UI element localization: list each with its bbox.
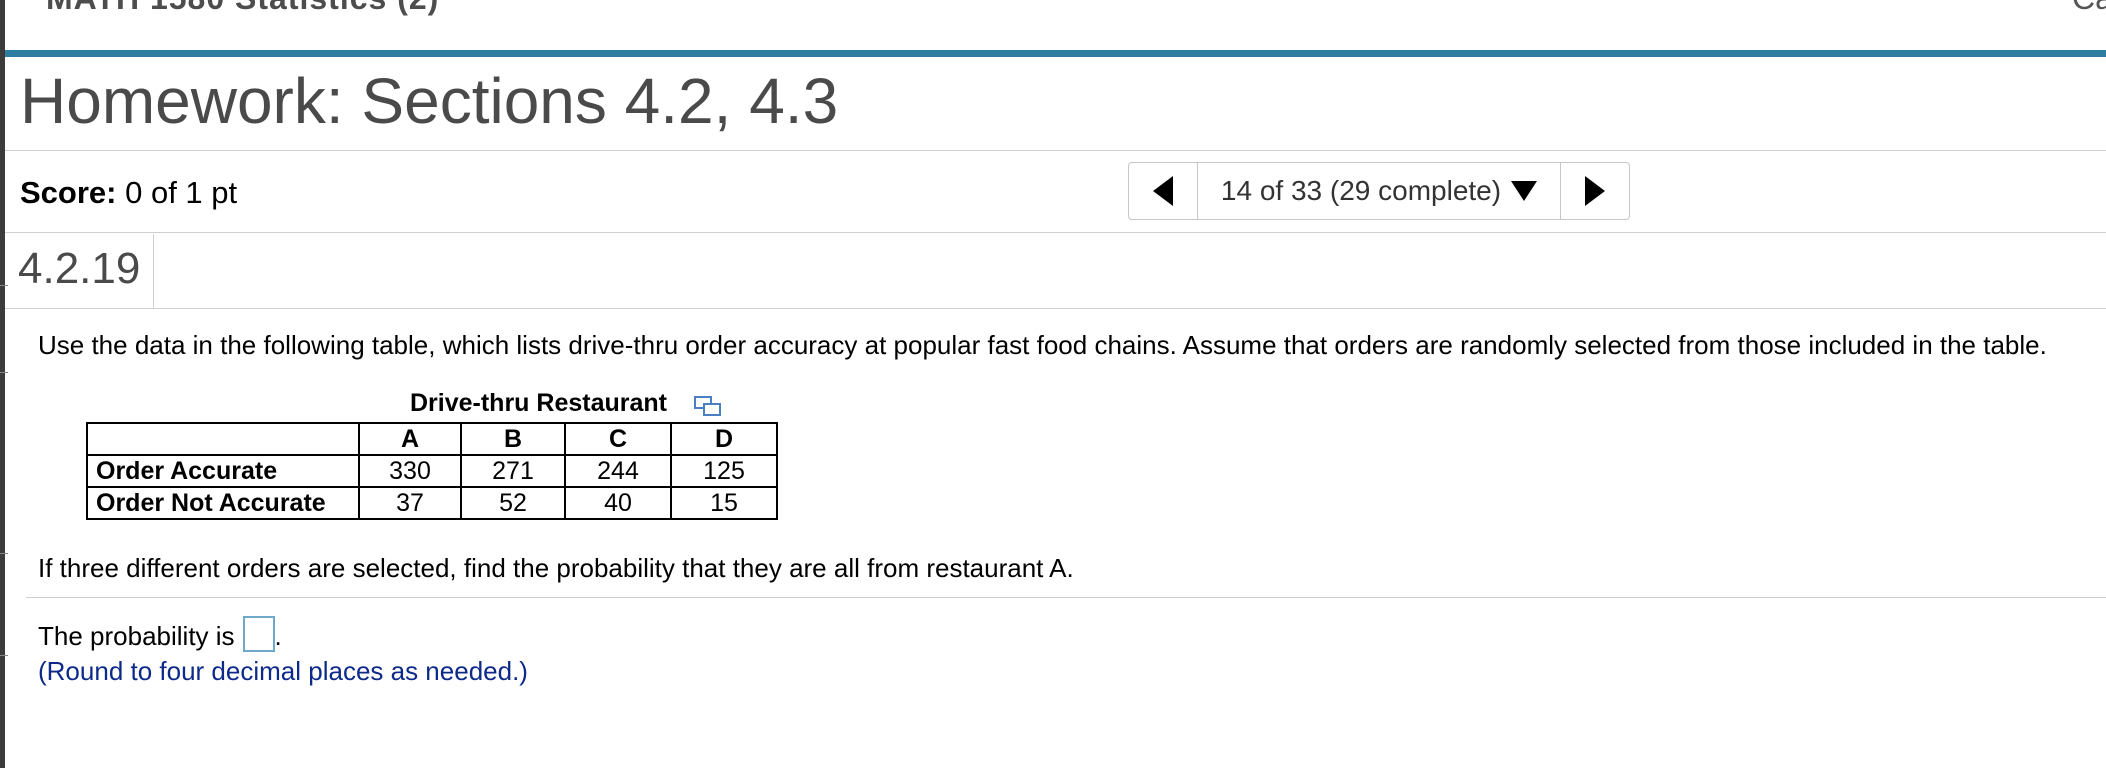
score-label: Score: <box>20 175 117 210</box>
table-cell: 330 <box>358 454 462 488</box>
table-cell: 244 <box>564 454 672 488</box>
header-accent-bar <box>5 50 2106 57</box>
dropdown-arrow-icon <box>1511 181 1538 201</box>
table-header-cell: D <box>670 422 778 456</box>
homework-title: Homework: Sections 4.2, 4.3 <box>20 65 839 137</box>
probability-answer-input[interactable] <box>242 616 275 652</box>
table-cell: 40 <box>564 486 672 520</box>
answer-prefix: The probability is <box>38 621 235 651</box>
table-row: Order Accurate 330 271 244 125 <box>86 454 778 488</box>
row-label: Order Not Accurate <box>86 486 360 520</box>
table-cell: 271 <box>460 454 566 488</box>
table-cell: 15 <box>670 486 778 520</box>
copy-icon[interactable] <box>694 394 722 418</box>
next-arrow-icon <box>1585 176 1605 206</box>
question-select-dropdown[interactable]: 14 of 33 (29 complete) <box>1198 163 1560 219</box>
header-corner-link[interactable]: Ca <box>2072 0 2106 17</box>
drive-thru-table: A B C D Order Accurate 330 271 244 125 O… <box>86 422 778 520</box>
table-cell: 52 <box>460 486 566 520</box>
table-header-cell <box>86 422 360 456</box>
question-navigator: 14 of 33 (29 complete) <box>1128 162 1630 220</box>
previous-question-button[interactable] <box>1129 163 1198 219</box>
score: Score: 0 of 1 pt <box>20 175 237 211</box>
table-header-row: A B C D <box>86 422 778 456</box>
page: MATH 1580 Statistics (2) Ca Homework: Se… <box>0 0 2106 768</box>
next-question-button[interactable] <box>1560 163 1629 219</box>
question-status: 14 of 33 (29 complete) <box>1220 175 1502 206</box>
question-number: 4.2.19 <box>18 244 141 293</box>
divider <box>5 232 2106 233</box>
divider <box>5 150 2106 151</box>
rounding-hint: (Round to four decimal places as needed.… <box>38 656 528 686</box>
answer-row: The probability is . <box>38 616 282 652</box>
answer-suffix: . <box>274 621 282 651</box>
score-value: 0 of 1 pt <box>125 175 238 210</box>
table-header-cell: C <box>564 422 672 456</box>
table-header-cell: B <box>460 422 566 456</box>
question-number-divider <box>153 234 154 308</box>
prev-arrow-icon <box>1153 176 1173 206</box>
table-caption: Drive-thru Restaurant <box>410 389 667 417</box>
question-intro: Use the data in the following table, whi… <box>38 330 2047 360</box>
window-left-edge <box>0 0 8 768</box>
question-prompt: If three different orders are selected, … <box>38 553 1074 583</box>
divider <box>5 308 2106 309</box>
course-title: MATH 1580 Statistics (2) <box>46 0 439 17</box>
row-label: Order Accurate <box>86 454 360 488</box>
divider <box>26 597 2106 598</box>
table-cell: 37 <box>358 486 462 520</box>
table-cell: 125 <box>670 454 778 488</box>
table-row: Order Not Accurate 37 52 40 15 <box>86 486 778 520</box>
table-header-cell: A <box>358 422 462 456</box>
